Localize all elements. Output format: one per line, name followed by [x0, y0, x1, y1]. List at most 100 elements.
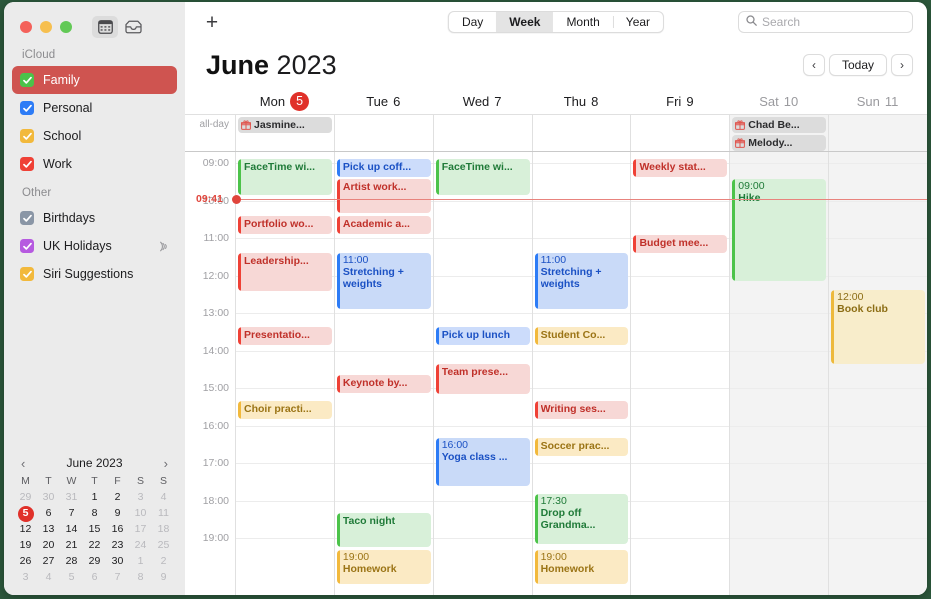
all-day-column[interactable]: Chad Be... Melody... [729, 115, 829, 151]
calendar-checkbox[interactable] [20, 101, 34, 115]
sidebar-item-siri-suggestions[interactable]: Siri Suggestions [12, 260, 177, 288]
mini-day[interactable]: 9 [106, 506, 129, 521]
calendar-event[interactable]: Soccer prac... [534, 438, 629, 456]
next-week-button[interactable]: › [891, 54, 913, 76]
mini-day[interactable]: 4 [37, 570, 60, 585]
mini-day[interactable]: 27 [37, 554, 60, 569]
mini-day[interactable]: 1 [83, 490, 106, 505]
mini-day[interactable]: 7 [60, 506, 83, 521]
week-grid[interactable]: 09:00 10:00 11:00 12:00 13:00 14:00 15:00 16:00… [185, 152, 927, 595]
day-column-mon[interactable]: FaceTime wi... Portfolio wo... Leadership.… [235, 152, 334, 595]
mini-day[interactable]: 6 [83, 570, 106, 585]
calendar-event[interactable]: Artist work... [336, 179, 431, 213]
mini-day[interactable]: 2 [152, 554, 175, 569]
tab-month[interactable]: Month [553, 12, 612, 32]
all-day-column[interactable] [432, 115, 532, 151]
close-button[interactable] [20, 20, 32, 33]
all-day-column[interactable]: Jasmine... [235, 115, 334, 151]
calendar-event[interactable]: 16:00 Yoga class ... [435, 438, 530, 486]
mini-day[interactable]: 12 [14, 522, 37, 537]
day-header-sat[interactable]: Sat 10 [729, 94, 828, 109]
calendar-event[interactable]: FaceTime wi... [435, 159, 530, 195]
mini-day[interactable]: 8 [129, 570, 152, 585]
zoom-button[interactable] [60, 20, 72, 33]
mini-day[interactable]: 19 [14, 538, 37, 553]
mini-day[interactable]: 3 [14, 570, 37, 585]
mini-day[interactable]: 15 [83, 522, 106, 537]
mini-day[interactable]: 2 [106, 490, 129, 505]
all-day-column[interactable] [531, 115, 631, 151]
mini-day[interactable]: 29 [14, 490, 37, 505]
mini-day[interactable]: 5 [60, 570, 83, 585]
all-day-event[interactable]: Jasmine... [238, 117, 332, 133]
day-column-thu[interactable]: 11:00 Stretching + weights Student Co... Wr… [531, 152, 631, 595]
mini-day[interactable]: 7 [106, 570, 129, 585]
calendar-event[interactable]: Student Co... [534, 327, 629, 345]
all-day-column[interactable] [828, 115, 927, 151]
mini-day[interactable]: 18 [152, 522, 175, 537]
calendar-event[interactable]: Presentatio... [238, 327, 332, 345]
mini-day[interactable]: 11 [152, 506, 175, 521]
mini-day[interactable]: 1 [129, 554, 152, 569]
day-header-fri[interactable]: Fri 9 [630, 94, 729, 109]
mini-day[interactable]: 17 [129, 522, 152, 537]
calendar-event[interactable]: Weekly stat... [633, 159, 728, 177]
sidebar-item-family[interactable]: Family [12, 66, 177, 94]
today-button[interactable]: Today [828, 54, 887, 76]
calendar-event[interactable]: 19:00 Homework [336, 550, 431, 584]
mini-prev-month-button[interactable]: ‹ [18, 457, 28, 470]
mini-day[interactable]: 24 [129, 538, 152, 553]
calendar-checkbox[interactable] [20, 73, 34, 87]
new-event-button[interactable]: + [199, 12, 225, 33]
calendar-event[interactable]: Budget mee... [633, 235, 728, 253]
mini-day[interactable]: 21 [60, 538, 83, 553]
sidebar-item-school[interactable]: School [12, 122, 177, 150]
inbox-icon[interactable] [120, 16, 146, 38]
day-column-wed[interactable]: FaceTime wi... Pick up lunch Team prese...… [432, 152, 532, 595]
day-header-tue[interactable]: Tue 6 [334, 94, 433, 109]
day-column-fri[interactable]: Weekly stat... Budget mee... [630, 152, 730, 595]
mini-day[interactable]: 30 [106, 554, 129, 569]
mini-day[interactable]: 16 [106, 522, 129, 537]
calendar-event[interactable]: 09:00 Hike [732, 179, 827, 281]
all-day-event[interactable]: Chad Be... [732, 117, 827, 133]
calendar-event[interactable]: Keynote by... [336, 375, 431, 393]
sidebar-item-birthdays[interactable]: Birthdays [12, 204, 177, 232]
calendar-event[interactable]: Pick up coff... [336, 159, 431, 177]
sidebar-item-uk-holidays[interactable]: UK Holidays [12, 232, 177, 260]
mini-day[interactable]: 23 [106, 538, 129, 553]
sidebar-item-personal[interactable]: Personal [12, 94, 177, 122]
tab-week[interactable]: Week [496, 12, 554, 32]
mini-day[interactable]: 30 [37, 490, 60, 505]
mini-day[interactable]: 31 [60, 490, 83, 505]
day-header-sun[interactable]: Sun 11 [828, 94, 927, 109]
day-column-tue[interactable]: Pick up coff... Artist work... Academic a.… [333, 152, 433, 595]
mini-day[interactable]: 14 [60, 522, 83, 537]
day-column-sun[interactable]: 12:00 Book club [828, 152, 927, 595]
mini-day[interactable]: 4 [152, 490, 175, 505]
mini-next-month-button[interactable]: › [161, 457, 171, 470]
tab-year[interactable]: Year [612, 12, 663, 32]
mini-day[interactable]: 9 [152, 570, 175, 585]
mini-day[interactable]: 20 [37, 538, 60, 553]
calendar-view-icon[interactable] [92, 15, 118, 38]
calendar-event[interactable]: 11:00 Stretching + weights [534, 253, 629, 309]
mini-day[interactable]: 26 [14, 554, 37, 569]
day-header-mon[interactable]: Mon 5 [235, 91, 334, 111]
mini-day[interactable]: 25 [152, 538, 175, 553]
all-day-event[interactable]: Melody... [732, 135, 827, 151]
calendar-event[interactable]: Team prese... [435, 364, 530, 394]
search-field[interactable]: Search [738, 11, 913, 33]
prev-week-button[interactable]: ‹ [802, 54, 825, 76]
calendar-event[interactable]: 12:00 Book club [831, 290, 926, 364]
mini-day[interactable]: 10 [129, 506, 152, 521]
calendar-event[interactable]: 11:00 Stretching + weights [336, 253, 431, 309]
all-day-column[interactable] [630, 115, 729, 151]
mini-day[interactable]: 22 [83, 538, 106, 553]
calendar-checkbox[interactable] [20, 129, 34, 143]
calendar-event[interactable]: 19:00 Homework [534, 550, 629, 584]
minimize-button[interactable] [40, 20, 52, 33]
mini-day-today[interactable]: 5 [14, 506, 37, 521]
calendar-event[interactable]: Writing ses... [534, 401, 629, 419]
mini-day[interactable]: 29 [83, 554, 106, 569]
